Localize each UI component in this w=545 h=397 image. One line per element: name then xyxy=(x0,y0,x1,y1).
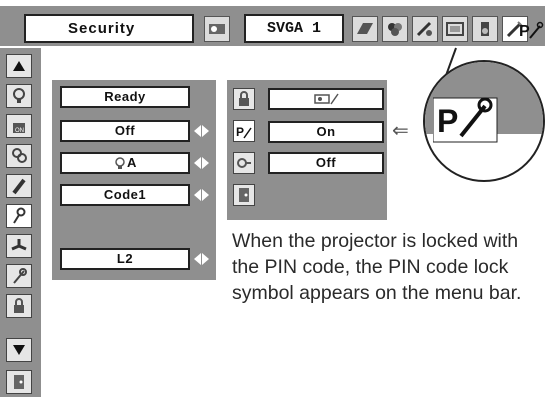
change-pin-icon[interactable] xyxy=(233,152,255,174)
projector-key-field[interactable] xyxy=(268,88,384,110)
svg-text:P: P xyxy=(519,23,530,40)
zoomed-pin-lock-icon: P xyxy=(432,92,503,148)
code-field[interactable]: Code1 xyxy=(60,184,190,206)
pin-lamp-arrows[interactable] xyxy=(194,156,214,170)
lock-icon[interactable] xyxy=(233,88,255,110)
arrow-down-icon[interactable] xyxy=(6,338,32,362)
security-key-icon[interactable] xyxy=(6,294,32,318)
image-adjust-icon[interactable] xyxy=(412,16,438,42)
level-field[interactable]: L2 xyxy=(60,248,190,270)
menu-title: Security xyxy=(24,14,194,43)
color-icon[interactable] xyxy=(382,16,408,42)
key-settings-icon[interactable] xyxy=(6,264,32,288)
pin-lamp-value: A xyxy=(127,155,137,170)
monitor-icon[interactable] xyxy=(352,16,378,42)
pin-key-icon[interactable] xyxy=(6,204,32,228)
resolution-display: SVGA 1 xyxy=(244,14,344,43)
svg-text:ON: ON xyxy=(15,128,24,134)
lamp-status-field: Ready xyxy=(60,86,190,108)
screen-icon[interactable] xyxy=(442,16,468,42)
pin-lock-icon: P xyxy=(518,18,544,42)
pin-lamp-field[interactable]: A xyxy=(60,152,190,174)
zoom-callout: P xyxy=(423,60,545,182)
key-lock-icon[interactable]: ON xyxy=(6,114,32,138)
level-arrows[interactable] xyxy=(194,252,214,266)
pen-icon[interactable] xyxy=(6,174,32,198)
menu-bar: Security SVGA 1 P xyxy=(0,0,545,48)
exit-submenu-icon[interactable] xyxy=(233,184,255,206)
fan-off-icon[interactable] xyxy=(6,234,32,258)
pin-code-lamp-icon[interactable] xyxy=(6,144,32,168)
pin-lock-field[interactable]: On xyxy=(268,121,384,143)
sound-icon[interactable] xyxy=(472,16,498,42)
projector-icon[interactable] xyxy=(204,16,230,42)
lamp-icon[interactable] xyxy=(6,84,32,108)
pin-key-menu-icon[interactable]: P xyxy=(233,120,255,142)
key-lock-field[interactable]: Off xyxy=(60,120,190,142)
svg-text:P: P xyxy=(437,103,458,139)
svg-text:P: P xyxy=(236,125,244,139)
arrow-up-icon[interactable] xyxy=(6,54,32,78)
change-pin-field[interactable]: Off xyxy=(268,152,384,174)
caption-text: When the projector is locked with the PI… xyxy=(232,230,522,304)
exit-icon[interactable] xyxy=(6,370,32,394)
key-lock-arrows[interactable] xyxy=(194,124,214,138)
code-arrows[interactable] xyxy=(194,188,214,202)
pointer-arrow-icon: ⇐ xyxy=(392,120,409,142)
